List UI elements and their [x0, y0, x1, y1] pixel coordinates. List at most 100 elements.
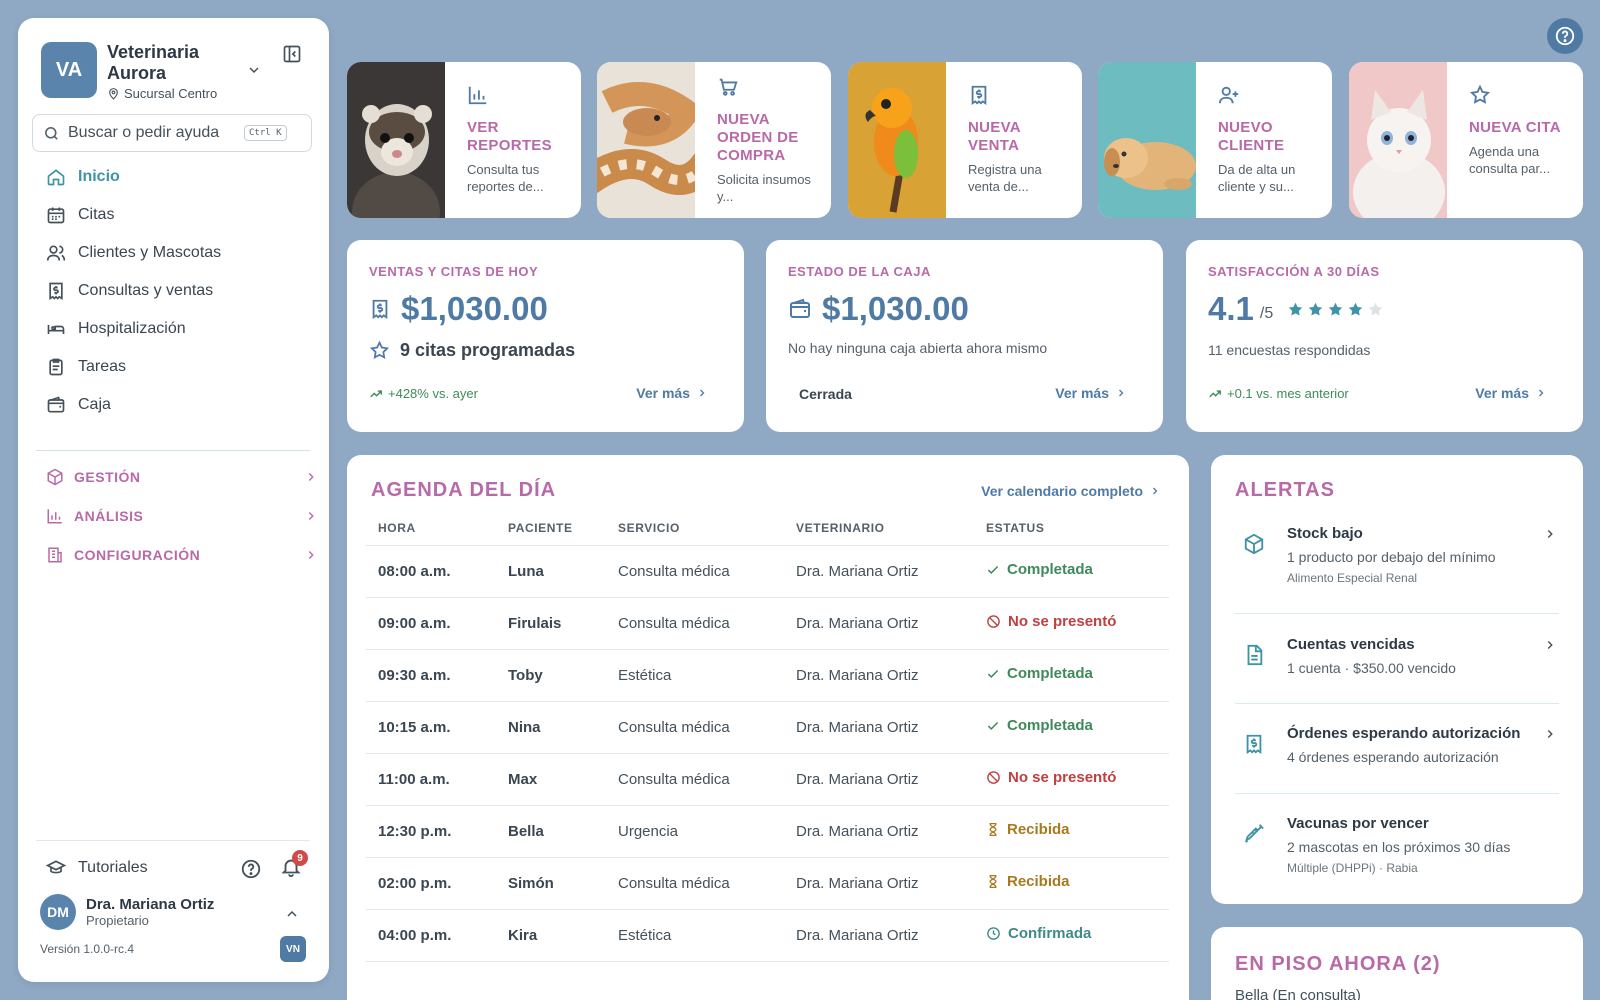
alert-low-stock[interactable]: Stock bajo 1 producto por debajo del mín…: [1235, 525, 1559, 585]
table-row[interactable]: 10:15 a.m. Nina Consulta médica Dra. Marian…: [366, 701, 1169, 754]
quick-action-new-appointment[interactable]: NUEVA CITA Agenda una consulta par...: [1349, 62, 1583, 218]
alert-desc: 2 mascotas en los próximos 30 días: [1287, 839, 1511, 855]
trend-label: +0.1 vs. mes anterior: [1227, 386, 1349, 401]
cell-time: 02:00 p.m.: [366, 857, 496, 910]
table-row[interactable]: 09:00 a.m. Firulais Consulta médica Dra. Ma…: [366, 597, 1169, 650]
help-icon[interactable]: [240, 858, 262, 880]
group-label: GESTIÓN: [74, 469, 141, 485]
search-box[interactable]: Ctrl K: [32, 114, 312, 152]
cell-patient: Bella: [496, 805, 606, 858]
cell-status: No se presentó: [974, 753, 1169, 806]
user-menu[interactable]: DM Dra. Mariana Ortiz Propietario: [40, 894, 214, 930]
alert-overdue-accounts[interactable]: Cuentas vencidas 1 cuenta · $350.00 venc…: [1235, 636, 1559, 686]
alerts-title: ALERTAS: [1235, 479, 1335, 501]
nav-label: Citas: [78, 206, 115, 223]
puppy-image: [1098, 62, 1196, 218]
cell-status: Confirmada: [974, 909, 1169, 962]
cell-patient: Kira: [496, 909, 606, 962]
group-configuracion[interactable]: CONFIGURACIÓN: [28, 537, 318, 573]
cell-patient: Max: [496, 753, 606, 806]
cell-time: 10:15 a.m.: [366, 701, 496, 754]
cell-service: Estética: [606, 649, 784, 702]
nav-item-consultas[interactable]: Consultas y ventas: [28, 272, 318, 310]
quick-action-purchase-order[interactable]: NUEVA ORDEN DE COMPRA Solicita insumos y…: [597, 62, 831, 218]
alert-pending-orders[interactable]: Órdenes esperando autorización 4 órdenes…: [1235, 725, 1559, 775]
table-row[interactable]: 12:30 p.m. Bella Urgencia Dra. Mariana Orti…: [366, 805, 1169, 858]
users-icon: [46, 245, 66, 261]
search-shortcut: Ctrl K: [244, 125, 287, 141]
sidebar: VA Veterinaria Aurora Sucursal Centro Ct…: [18, 18, 329, 982]
star-icon: [1469, 84, 1491, 104]
satisfaction-scale: /5: [1259, 305, 1274, 322]
search-input[interactable]: [68, 124, 238, 142]
quick-action-new-client[interactable]: NUEVO CLIENTE Da de alta un cliente y su…: [1098, 62, 1332, 218]
quick-action-desc: Consulta tus reportes de...: [467, 162, 544, 194]
full-calendar-link[interactable]: Ver calendario completo: [981, 483, 1161, 499]
see-more-link[interactable]: Ver más: [1055, 385, 1127, 401]
nav-item-inicio[interactable]: Inicio: [28, 158, 318, 196]
sidebar-collapse-icon[interactable]: [282, 44, 302, 64]
appointments-count: 9 citas programadas: [400, 340, 576, 360]
nav-item-citas[interactable]: Citas: [28, 196, 318, 234]
syringe-icon: [1245, 824, 1264, 843]
see-more-label: Ver más: [1055, 385, 1109, 401]
cash-status-card: ESTADO DE LA CAJA $1,030.00 No hay ningu…: [766, 240, 1163, 432]
nav-item-clientes[interactable]: Clientes y Mascotas: [28, 234, 318, 272]
see-more-label: Ver más: [1475, 385, 1529, 401]
user-name: Dra. Mariana Ortiz: [86, 896, 215, 913]
status-label: Completada: [1007, 665, 1093, 683]
cell-vet: Dra. Mariana Ortiz: [784, 753, 974, 806]
chevron-down-icon[interactable]: [246, 62, 262, 78]
cell-time: 09:30 a.m.: [366, 649, 496, 702]
clipboard-icon: [49, 358, 63, 376]
quick-action-new-sale[interactable]: NUEVA VENTA Registra una venta de...: [848, 62, 1082, 218]
table-row[interactable]: 11:00 a.m. Max Consulta médica Dra. Mariana…: [366, 753, 1169, 806]
chevron-up-icon[interactable]: [284, 906, 300, 922]
group-analisis[interactable]: ANÁLISIS: [28, 498, 318, 534]
alert-divider: [1235, 793, 1559, 794]
see-more-link[interactable]: Ver más: [1475, 385, 1547, 401]
search-icon: [45, 126, 58, 140]
cell-vet: Dra. Mariana Ortiz: [784, 805, 974, 858]
notifications-button[interactable]: 9: [280, 850, 308, 883]
card-label: ESTADO DE LA CAJA: [788, 264, 931, 279]
cell-service: Consulta médica: [606, 545, 784, 598]
nav-item-caja[interactable]: Caja: [28, 386, 318, 424]
see-more-link[interactable]: Ver más: [636, 385, 708, 401]
cell-service: Consulta médica: [606, 857, 784, 910]
brand[interactable]: VA Veterinaria Aurora Sucursal Centro: [41, 42, 237, 101]
alert-expiring-vaccines[interactable]: Vacunas por vencer 2 mascotas en los pró…: [1235, 815, 1559, 879]
table-row[interactable]: 02:00 p.m. Simón Consulta médica Dra. Maria…: [366, 857, 1169, 910]
cell-patient: Simón: [496, 857, 606, 910]
on-floor-title: EN PISO AHORA (2): [1235, 953, 1441, 975]
nav-item-hospitalizacion[interactable]: Hospitalización: [28, 310, 318, 348]
alert-title: Vacunas por vencer: [1287, 815, 1429, 832]
nav-item-tareas[interactable]: Tareas: [28, 348, 318, 386]
chevron-right-icon: [1539, 389, 1544, 397]
cell-time: 12:30 p.m.: [366, 805, 496, 858]
cell-vet: Dra. Mariana Ortiz: [784, 545, 974, 598]
column-header: SERVICIO: [606, 511, 784, 546]
user-role: Propietario: [86, 913, 149, 928]
wallet-icon: [47, 396, 65, 413]
cell-vet: Dra. Mariana Ortiz: [784, 909, 974, 962]
table-row[interactable]: 08:00 a.m. Luna Consulta médica Dra. Marian…: [366, 545, 1169, 598]
sales-today-card: VENTAS Y CITAS DE HOY $1,030.00 9 citas …: [347, 240, 744, 432]
cart-icon: [719, 78, 738, 96]
full-calendar-label: Ver calendario completo: [981, 483, 1143, 499]
tutorials-link[interactable]: Tutoriales: [46, 858, 148, 878]
group-gestion[interactable]: GESTIÓN: [28, 459, 318, 495]
quick-action-reports[interactable]: VER REPORTES Consulta tus reportes de...: [347, 62, 581, 218]
quick-action-title: NUEVA CITA: [1469, 119, 1561, 136]
bar-chart-icon: [47, 509, 62, 524]
cell-status: Completada: [974, 649, 1169, 702]
help-button[interactable]: [1547, 18, 1583, 54]
quick-action-desc: Solicita insumos y...: [717, 172, 811, 204]
status-badge: No se presentó: [986, 769, 1116, 786]
alert-desc: 1 producto por debajo del mínimo: [1287, 549, 1496, 565]
table-row[interactable]: 09:30 a.m. Toby Estética Dra. Mariana Ortiz…: [366, 649, 1169, 702]
receipt-icon: [372, 299, 388, 319]
table-row[interactable]: 04:00 p.m. Kira Estética Dra. Mariana Ortiz…: [366, 909, 1169, 962]
quick-action-title: VER REPORTES: [467, 119, 552, 154]
on-floor-item[interactable]: Bella (En consulta): [1235, 987, 1361, 1000]
